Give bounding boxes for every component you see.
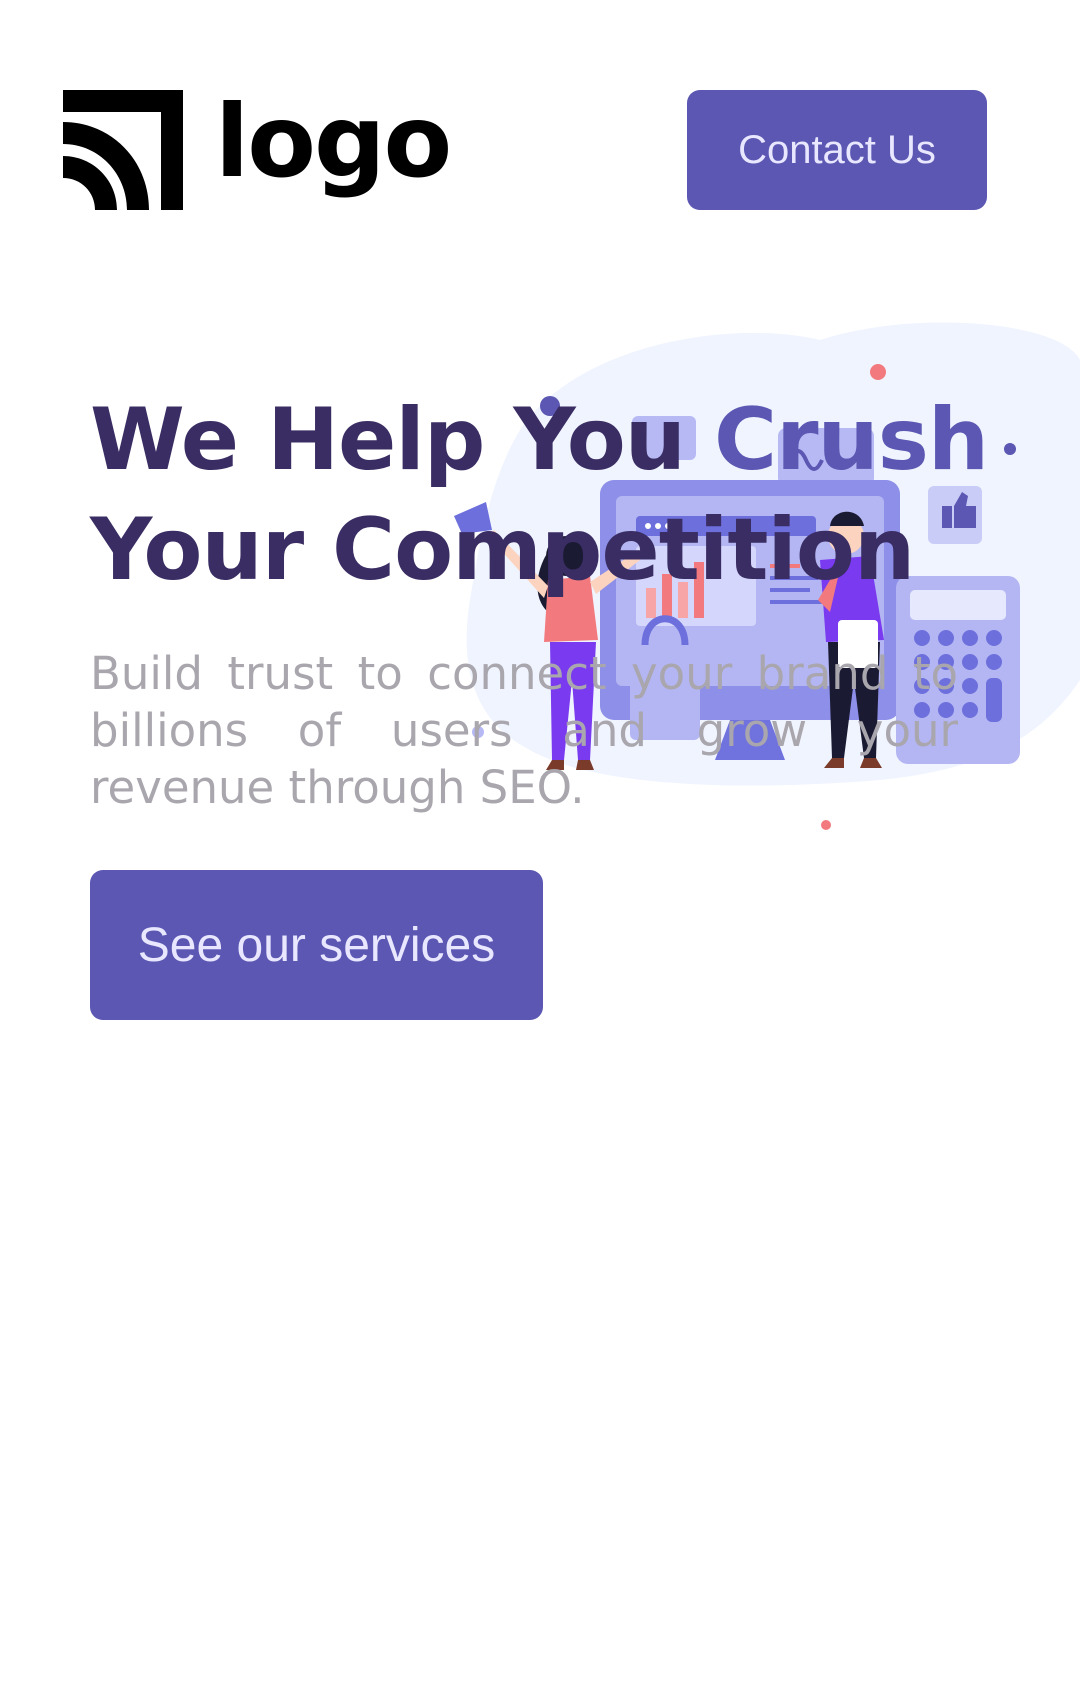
see-our-services-button[interactable]: See our services xyxy=(90,870,543,1020)
site-header: logo Contact Us xyxy=(0,0,1080,260)
hero-title-part1: We Help You xyxy=(90,390,714,490)
hero-section: We Help You Crush Your Competition Build … xyxy=(90,385,990,816)
hero-title-line2: Your Competition xyxy=(90,500,915,600)
hero-title: We Help You Crush Your Competition xyxy=(90,385,990,605)
logo[interactable]: logo xyxy=(63,90,452,210)
logo-mark-icon xyxy=(63,90,183,210)
hero-subtitle: Build trust to connect your brand to bil… xyxy=(90,647,958,814)
logo-text: logo xyxy=(215,83,452,200)
hero-title-accent: Crush xyxy=(713,390,989,490)
contact-us-button[interactable]: Contact Us xyxy=(687,90,987,210)
